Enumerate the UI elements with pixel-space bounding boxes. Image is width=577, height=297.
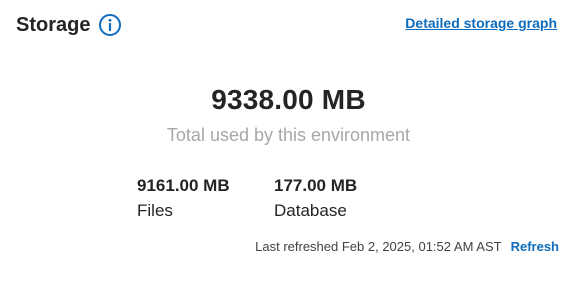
database-stat: 177.00 MB Database xyxy=(274,176,357,221)
detailed-storage-graph-link[interactable]: Detailed storage graph xyxy=(405,15,557,31)
files-value: 9161.00 MB xyxy=(137,176,230,195)
total-storage-value: 9338.00 MB xyxy=(211,84,366,115)
info-icon[interactable] xyxy=(98,13,122,37)
database-label: Database xyxy=(274,201,347,220)
files-stat: 9161.00 MB Files xyxy=(137,176,230,221)
refresh-button[interactable]: Refresh xyxy=(511,239,559,255)
files-label: Files xyxy=(137,201,173,220)
refresh-footer: Last refreshed Feb 2, 2025, 01:52 AM AST… xyxy=(255,239,559,255)
storage-card: Storage Detailed storage graph 9338.00 M… xyxy=(0,0,577,297)
last-refreshed-text: Last refreshed Feb 2, 2025, 01:52 AM AST xyxy=(255,239,502,254)
total-storage-caption: Total used by this environment xyxy=(166,125,411,145)
storage-title: Storage xyxy=(16,14,91,36)
database-value: 177.00 MB xyxy=(274,176,358,195)
storage-header: Storage Detailed storage graph xyxy=(16,11,557,39)
